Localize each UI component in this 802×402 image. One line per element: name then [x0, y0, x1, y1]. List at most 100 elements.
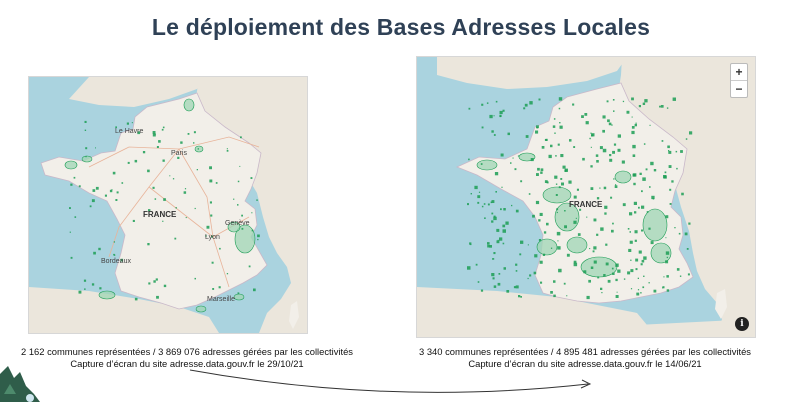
commune-marker [634, 211, 637, 214]
commune-marker [623, 278, 626, 280]
commune-marker [612, 99, 615, 101]
commune-marker [689, 131, 693, 135]
commune-marker [637, 277, 639, 279]
commune-marker [555, 155, 557, 157]
commune-marker [131, 122, 133, 124]
commune-marker [641, 229, 643, 232]
commune-marker [554, 175, 558, 179]
commune-marker [237, 204, 239, 206]
commune-marker [566, 253, 570, 257]
commune-marker [514, 168, 517, 171]
commune-marker [493, 134, 496, 136]
map-right-canvas[interactable]: FRANCE [417, 57, 755, 337]
commune-marker [248, 265, 251, 268]
commune-marker [557, 143, 560, 146]
commune-marker [211, 261, 214, 264]
commune-marker [550, 291, 553, 294]
commune-marker [666, 256, 668, 259]
commune-marker [548, 154, 552, 159]
commune-marker [515, 209, 519, 213]
commune-marker [573, 220, 577, 224]
commune-marker [577, 233, 581, 236]
commune-marker [649, 186, 651, 188]
zoom-out-button[interactable]: − [731, 80, 747, 97]
commune-marker [233, 198, 235, 200]
commune-marker [483, 203, 486, 205]
zoom-in-button[interactable]: + [731, 64, 747, 80]
commune-marker [603, 274, 606, 277]
commune-cluster [642, 208, 668, 242]
commune-marker [586, 295, 590, 300]
commune-marker [626, 110, 630, 114]
commune-marker [600, 227, 604, 231]
commune-marker [180, 141, 183, 144]
commune-marker [480, 163, 483, 165]
commune-marker [646, 211, 649, 213]
commune-marker [98, 247, 101, 251]
commune-marker [183, 191, 187, 194]
commune-marker [636, 292, 640, 296]
commune-marker [84, 120, 87, 123]
commune-marker [642, 177, 646, 181]
commune-marker [631, 126, 635, 129]
commune-marker [467, 203, 469, 206]
commune-marker [93, 251, 96, 255]
commune-marker [585, 121, 589, 125]
commune-marker [99, 287, 102, 290]
commune-marker [501, 186, 503, 188]
commune-marker [665, 251, 670, 255]
commune-marker [665, 237, 667, 239]
commune-marker [542, 253, 546, 256]
commune-marker [661, 140, 664, 142]
info-button[interactable]: i [735, 317, 749, 331]
commune-marker [493, 216, 497, 221]
commune-marker [113, 241, 115, 243]
commune-marker [688, 222, 691, 225]
commune-marker [617, 148, 621, 152]
commune-marker [158, 140, 161, 143]
commune-marker [520, 180, 523, 183]
commune-marker [615, 184, 617, 186]
commune-marker [604, 212, 607, 215]
commune-marker [539, 212, 543, 216]
commune-marker [615, 263, 619, 267]
city-label-le-havre: Le Havre [115, 128, 144, 135]
map-left-canvas[interactable]: Le Havre Paris Genève Lyon Bordeaux Mars… [29, 77, 307, 333]
commune-marker [534, 254, 538, 258]
commune-marker [499, 110, 503, 115]
commune-marker [590, 165, 593, 168]
commune-marker [111, 189, 113, 191]
commune-marker [560, 154, 564, 158]
commune-marker [558, 268, 562, 273]
commune-marker [84, 288, 86, 290]
commune-marker [629, 231, 631, 233]
commune-marker [134, 159, 138, 163]
commune-marker [675, 150, 678, 153]
caption-right-stats: 3 340 communes représentées / 4 895 481 … [419, 346, 751, 357]
commune-marker [558, 97, 563, 101]
commune-marker [512, 157, 514, 159]
commune-marker [634, 239, 637, 242]
commune-marker [502, 242, 505, 245]
commune-marker [573, 195, 577, 199]
commune-cluster [566, 236, 588, 254]
commune-marker [614, 185, 618, 188]
commune-marker [622, 203, 626, 207]
commune-marker [74, 216, 77, 218]
commune-marker [612, 150, 615, 154]
commune-marker [669, 203, 672, 205]
commune-marker [156, 295, 159, 299]
map-left[interactable]: Le Havre Paris Genève Lyon Bordeaux Mars… [28, 76, 308, 334]
commune-marker [529, 274, 532, 277]
commune-marker [147, 169, 150, 173]
commune-cluster [64, 160, 78, 170]
commune-marker [520, 240, 524, 244]
commune-marker [583, 270, 587, 274]
commune-marker [576, 188, 579, 191]
commune-marker [609, 158, 613, 162]
commune-marker [491, 273, 495, 277]
commune-marker [474, 185, 478, 190]
commune-marker [226, 273, 229, 275]
commune-marker [492, 277, 495, 280]
map-right[interactable]: FRANCE + − i [416, 56, 756, 338]
